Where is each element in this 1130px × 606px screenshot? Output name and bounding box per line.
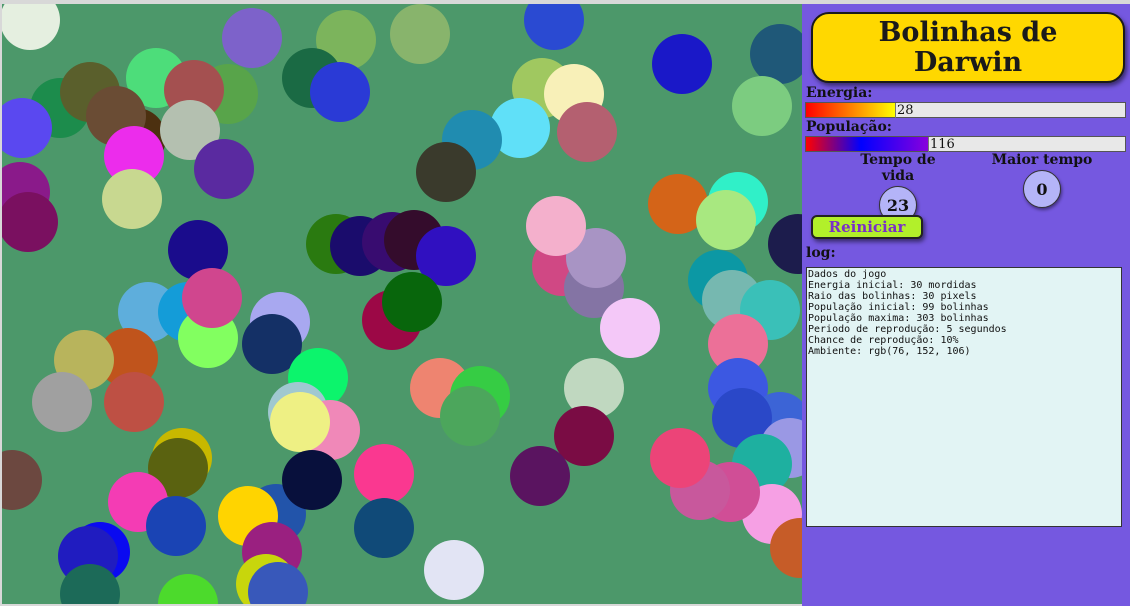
restart-button[interactable]: Reiniciar [811,215,923,239]
title-banner: Bolinhas de Darwin [811,12,1125,83]
ball[interactable] [557,102,617,162]
best-time-value: 0 [1023,170,1061,208]
ball[interactable] [222,8,282,68]
lifetime-label: Tempo de vida [860,152,936,184]
ball[interactable] [696,190,756,250]
side-panel: Bolinhas de Darwin Energia: 28 População… [802,4,1130,606]
population-label: População: [806,119,892,135]
ball[interactable] [424,540,484,600]
ball[interactable] [650,428,710,488]
energy-label: Energia: [806,85,873,101]
ball[interactable] [600,298,660,358]
game-title: Bolinhas de Darwin [878,16,1058,78]
ball[interactable] [440,386,500,446]
game-canvas[interactable] [2,4,802,604]
ball[interactable] [102,169,162,229]
ball[interactable] [652,34,712,94]
ball[interactable] [282,450,342,510]
energy-bar-fill [806,103,895,117]
ball[interactable] [526,196,586,256]
lifetime-stat: Tempo de vida 23 [843,152,953,224]
ball[interactable] [310,62,370,122]
energy-bar: 28 [805,102,1126,118]
ball[interactable] [104,372,164,432]
log-label: log: [806,245,836,261]
game-arena[interactable] [2,4,802,604]
best-time-stat: Maior tempo 0 [987,152,1097,208]
ball[interactable] [32,372,92,432]
population-bar: 116 [805,136,1126,152]
ball[interactable] [390,4,450,64]
ball[interactable] [732,76,792,136]
ball[interactable] [270,392,330,452]
population-value: 116 [928,137,955,152]
log-textarea[interactable]: Dados do jogo Energia inicial: 30 mordid… [806,267,1122,527]
ball[interactable] [382,272,442,332]
ball[interactable] [182,268,242,328]
population-bar-fill [806,137,928,151]
ball[interactable] [510,446,570,506]
ball[interactable] [146,496,206,556]
energy-value: 28 [895,103,914,118]
best-time-label: Maior tempo [991,152,1093,168]
ball[interactable] [354,498,414,558]
ball[interactable] [194,139,254,199]
ball[interactable] [416,142,476,202]
ball[interactable] [354,444,414,504]
